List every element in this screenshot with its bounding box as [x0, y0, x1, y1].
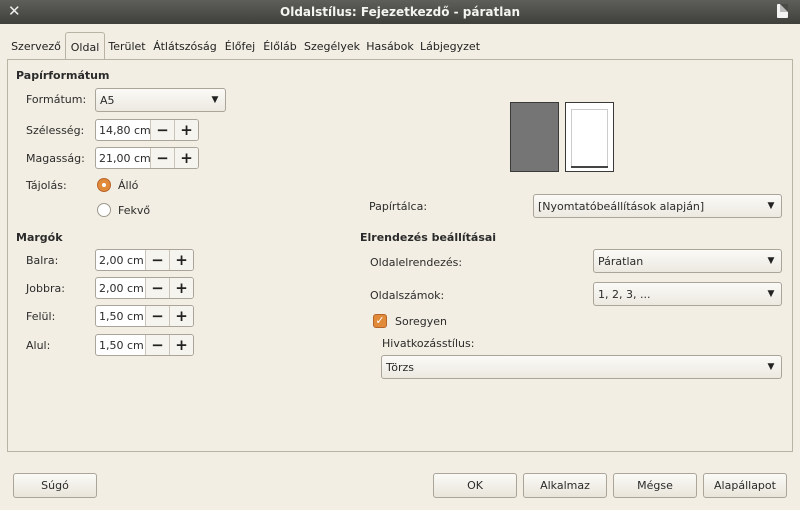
layout-settings-heading: Elrendezés beállításai	[360, 231, 497, 244]
help-button[interactable]: Súgó	[13, 473, 97, 498]
footer-line-preview	[571, 166, 608, 168]
page-numbers-select[interactable]: 1, 2, 3, ... ▼	[593, 282, 782, 306]
margin-top-input[interactable]: 1,50 cm	[96, 310, 145, 323]
register-true-label[interactable]: Soregyen	[395, 315, 447, 328]
document-icon	[777, 4, 788, 18]
cancel-button[interactable]: Mégse	[613, 473, 697, 498]
portrait-label[interactable]: Álló	[118, 179, 138, 192]
chevron-down-icon: ▼	[767, 201, 775, 211]
margin-right-input[interactable]: 2,00 cm	[96, 282, 145, 295]
format-label: Formátum:	[26, 93, 87, 106]
paper-tray-label: Papírtálca:	[369, 200, 428, 213]
left-page-preview	[510, 102, 559, 172]
tab-area[interactable]: Terület	[106, 35, 148, 59]
chevron-down-icon: ▼	[767, 256, 775, 266]
margin-right-label: Jobbra:	[26, 282, 65, 295]
margin-bottom-input[interactable]: 1,50 cm	[96, 339, 145, 352]
page-layout-value: Páratlan	[598, 254, 644, 268]
reference-style-select[interactable]: Törzs ▼	[381, 355, 782, 379]
width-label: Szélesség:	[26, 124, 85, 137]
right-page-preview	[565, 102, 614, 172]
page-preview	[510, 102, 614, 172]
ok-button[interactable]: OK	[433, 473, 517, 498]
tab-borders[interactable]: Szegélyek	[301, 35, 363, 59]
apply-button[interactable]: Alkalmaz	[523, 473, 607, 498]
tab-footer[interactable]: Élőláb	[259, 35, 301, 59]
margin-left-label: Balra:	[26, 254, 59, 267]
width-spinner: 14,80 cm − +	[95, 119, 199, 141]
tab-footnote[interactable]: Lábjegyzet	[418, 35, 482, 59]
reference-style-label: Hivatkozásstílus:	[382, 337, 475, 350]
tab-page[interactable]: Oldal	[65, 32, 105, 59]
format-select[interactable]: A5 ▼	[95, 88, 226, 112]
margin-top-decrease-button[interactable]: −	[145, 306, 169, 326]
page-layout-select[interactable]: Páratlan ▼	[593, 249, 782, 273]
format-value: A5	[100, 93, 115, 107]
margin-left-increase-button[interactable]: +	[169, 250, 193, 270]
orientation-label: Tájolás:	[26, 179, 67, 192]
page-layout-label: Oldalelrendezés:	[370, 256, 463, 269]
register-true-checkbox[interactable]: ✓	[373, 314, 387, 328]
tab-header[interactable]: Élőfej	[221, 35, 259, 59]
margin-left-input[interactable]: 2,00 cm	[96, 254, 145, 267]
height-spinner: 21,00 cm − +	[95, 147, 199, 169]
window-title: Oldalstílus: Fejezetkezdő - páratlan	[280, 5, 520, 19]
page-numbers-label: Oldalszámok:	[370, 289, 445, 302]
paper-tray-select[interactable]: [Nyomtatóbeállítások alapján] ▼	[533, 194, 782, 218]
margin-left-decrease-button[interactable]: −	[145, 250, 169, 270]
height-decrease-button[interactable]: −	[150, 148, 174, 168]
tab-transparency[interactable]: Átlátszóság	[150, 35, 220, 59]
landscape-label[interactable]: Fekvő	[118, 204, 150, 217]
margin-right-increase-button[interactable]: +	[169, 278, 193, 298]
reference-style-value: Törzs	[386, 360, 415, 374]
margin-bottom-label: Alul:	[26, 339, 51, 352]
landscape-radio[interactable]	[97, 203, 111, 217]
height-increase-button[interactable]: +	[174, 148, 198, 168]
tab-columns[interactable]: Hasábok	[364, 35, 416, 59]
margin-top-label: Felül:	[26, 310, 56, 323]
title-bar: ✕ Oldalstílus: Fejezetkezdő - páratlan	[0, 0, 800, 24]
margins-heading: Margók	[16, 231, 63, 244]
content-area-preview	[571, 109, 608, 167]
height-input[interactable]: 21,00 cm	[96, 152, 150, 165]
paper-tray-value: [Nyomtatóbeállítások alapján]	[538, 199, 705, 213]
chevron-down-icon: ▼	[767, 362, 775, 372]
chevron-down-icon: ▼	[211, 95, 219, 105]
margin-top-spinner: 1,50 cm − +	[95, 305, 194, 327]
height-label: Magasság:	[26, 152, 85, 165]
margin-top-increase-button[interactable]: +	[169, 306, 193, 326]
margin-right-spinner: 2,00 cm − +	[95, 277, 194, 299]
reset-button[interactable]: Alapállapot	[703, 473, 787, 498]
margin-bottom-decrease-button[interactable]: −	[145, 335, 169, 355]
tab-organizer[interactable]: Szervező	[7, 35, 65, 59]
portrait-radio[interactable]	[97, 178, 111, 192]
width-decrease-button[interactable]: −	[150, 120, 174, 140]
margin-bottom-increase-button[interactable]: +	[169, 335, 193, 355]
width-increase-button[interactable]: +	[174, 120, 198, 140]
margin-bottom-spinner: 1,50 cm − +	[95, 334, 194, 356]
chevron-down-icon: ▼	[767, 289, 775, 299]
margin-right-decrease-button[interactable]: −	[145, 278, 169, 298]
page-numbers-value: 1, 2, 3, ...	[598, 287, 651, 301]
margin-left-spinner: 2,00 cm − +	[95, 249, 194, 271]
paper-format-heading: Papírformátum	[16, 69, 110, 82]
width-input[interactable]: 14,80 cm	[96, 124, 150, 137]
